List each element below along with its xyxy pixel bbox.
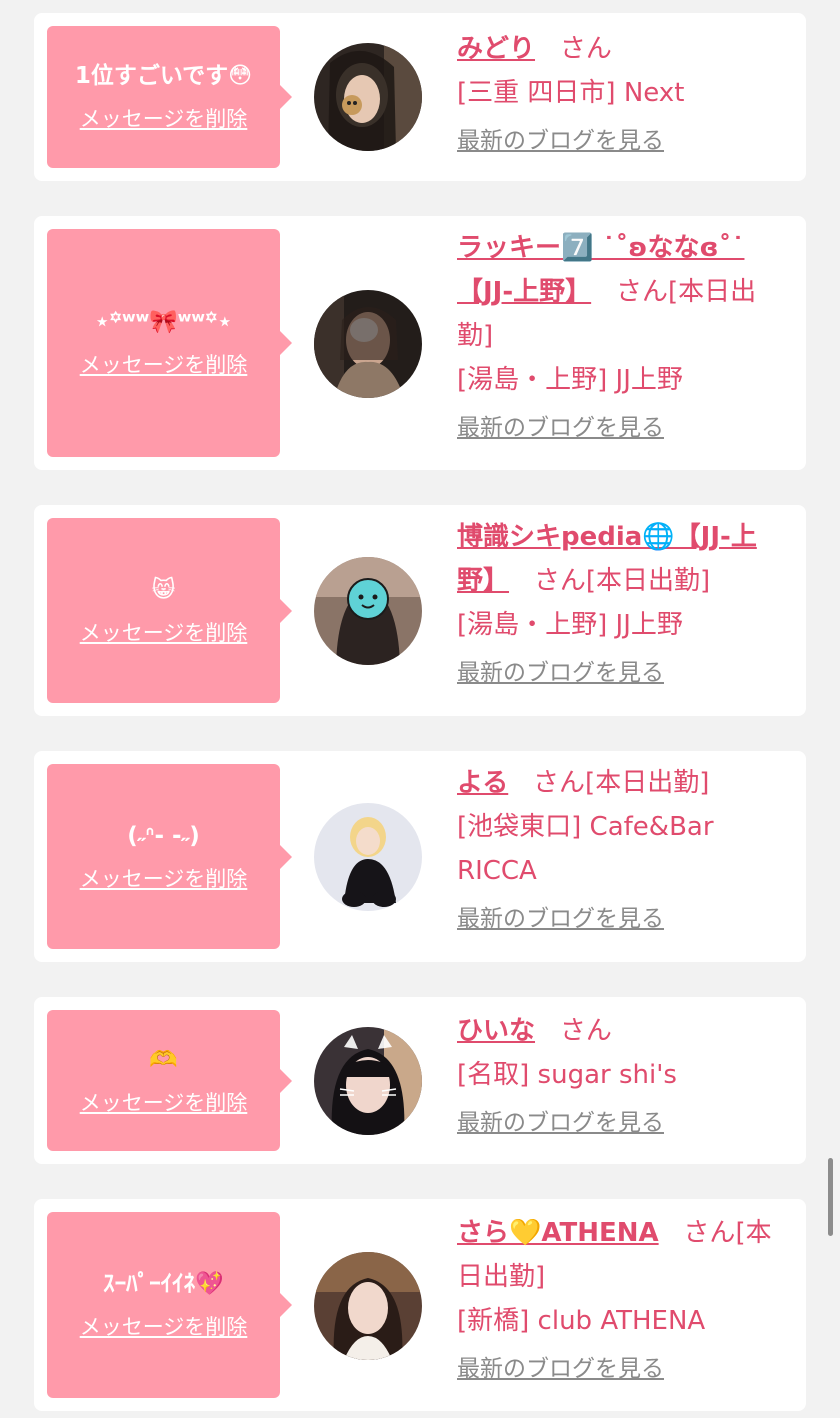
cast-info: よる さん[本日出勤] [池袋東口] Cafe&Bar RICCA 最新のブログ… <box>457 761 787 935</box>
message-card: ｽｰﾊﾟｰｲｲﾈ💖 メッセージを削除 さら💛ATHENA さん[本日出勤] [新… <box>34 1199 806 1411</box>
shop-text: [湯島・上野] JJ上野 <box>457 610 683 640</box>
honorific-text: さん <box>559 1016 612 1046</box>
avatar[interactable] <box>314 1027 422 1135</box>
cast-info: ひいな さん [名取] sugar shi's 最新のブログを見る <box>457 1009 787 1139</box>
avatar[interactable] <box>314 1252 422 1360</box>
honorific-text: さん <box>559 34 612 64</box>
shop-text: [三重 四日市] Next <box>457 78 685 108</box>
avatar[interactable] <box>314 43 422 151</box>
cast-name-link[interactable]: よる <box>457 768 508 798</box>
message-text: 🫶 <box>149 1046 178 1073</box>
message-card: (˶ᐢ- -˶) メッセージを削除 よる さん[本日出勤] [池袋東口] Caf… <box>34 751 806 962</box>
cast-name-link[interactable]: さら💛ATHENA <box>457 1218 659 1248</box>
message-text: ⋆꙳ʷʷ🎀ʷʷ꙳⋆ <box>95 309 232 335</box>
message-text: 😸 <box>151 576 176 603</box>
message-card: 😸 メッセージを削除 博識シキpedia🌐【JJ-上野】 さん[本日出勤] [湯… <box>34 505 806 716</box>
delete-message-link[interactable]: メッセージを削除 <box>80 351 248 379</box>
cast-info: ラッキー7️⃣ ˙˚ʚななɞ˚˙ 【JJ-上野】 さん[本日出勤] [湯島・上野… <box>457 226 787 444</box>
message-card: ⋆꙳ʷʷ🎀ʷʷ꙳⋆ メッセージを削除 ラッキー7️⃣ ˙˚ʚななɞ˚˙ 【JJ-… <box>34 216 806 470</box>
delete-message-link[interactable]: メッセージを削除 <box>80 865 248 893</box>
message-text: ｽｰﾊﾟｰｲｲﾈ💖 <box>103 1271 224 1297</box>
message-bubble: ⋆꙳ʷʷ🎀ʷʷ꙳⋆ メッセージを削除 <box>47 229 292 457</box>
message-card: 1位すごいです😳 メッセージを削除 みどり さん [三重 四日市] Next 最… <box>34 13 806 181</box>
cast-info: みどり さん [三重 四日市] Next 最新のブログを見る <box>457 27 787 157</box>
delete-message-link[interactable]: メッセージを削除 <box>80 1313 248 1341</box>
latest-blog-link[interactable]: 最新のブログを見る <box>457 657 664 689</box>
cast-info: 博識シキpedia🌐【JJ-上野】 さん[本日出勤] [湯島・上野] JJ上野 … <box>457 515 787 689</box>
avatar[interactable] <box>314 290 422 398</box>
cast-name-link[interactable]: みどり <box>457 34 535 64</box>
shop-text: [湯島・上野] JJ上野 <box>457 365 683 395</box>
shop-text: [名取] sugar shi's <box>457 1060 677 1090</box>
message-bubble: (˶ᐢ- -˶) メッセージを削除 <box>47 764 292 949</box>
latest-blog-link[interactable]: 最新のブログを見る <box>457 903 664 935</box>
honorific-text: さん[本日出勤] <box>533 768 710 798</box>
avatar[interactable] <box>314 557 422 665</box>
scrollbar[interactable] <box>828 1158 833 1236</box>
message-list: 1位すごいです😳 メッセージを削除 みどり さん [三重 四日市] Next 最… <box>0 0 840 1418</box>
latest-blog-link[interactable]: 最新のブログを見る <box>457 1353 664 1385</box>
cast-info: さら💛ATHENA さん[本日出勤] [新橋] club ATHENA 最新のブ… <box>457 1211 787 1385</box>
shop-text: [新橋] club ATHENA <box>457 1306 706 1336</box>
cast-name-link[interactable]: ひいな <box>457 1016 535 1046</box>
message-card: 🫶 メッセージを削除 ひいな さん [名取] sugar shi's 最新のブロ… <box>34 997 806 1164</box>
message-bubble: 🫶 メッセージを削除 <box>47 1010 292 1151</box>
message-bubble: ｽｰﾊﾟｰｲｲﾈ💖 メッセージを削除 <box>47 1212 292 1398</box>
message-text: 1位すごいです😳 <box>74 63 253 89</box>
latest-blog-link[interactable]: 最新のブログを見る <box>457 125 664 157</box>
message-bubble: 😸 メッセージを削除 <box>47 518 292 703</box>
latest-blog-link[interactable]: 最新のブログを見る <box>457 1107 664 1139</box>
avatar[interactable] <box>314 803 422 911</box>
delete-message-link[interactable]: メッセージを削除 <box>80 619 248 647</box>
latest-blog-link[interactable]: 最新のブログを見る <box>457 412 664 444</box>
message-text: (˶ᐢ- -˶) <box>127 822 200 849</box>
message-bubble: 1位すごいです😳 メッセージを削除 <box>47 26 292 168</box>
shop-text: [池袋東口] Cafe&Bar RICCA <box>457 812 714 886</box>
delete-message-link[interactable]: メッセージを削除 <box>80 1089 248 1117</box>
honorific-text: さん[本日出勤] <box>533 566 711 596</box>
delete-message-link[interactable]: メッセージを削除 <box>80 105 248 133</box>
